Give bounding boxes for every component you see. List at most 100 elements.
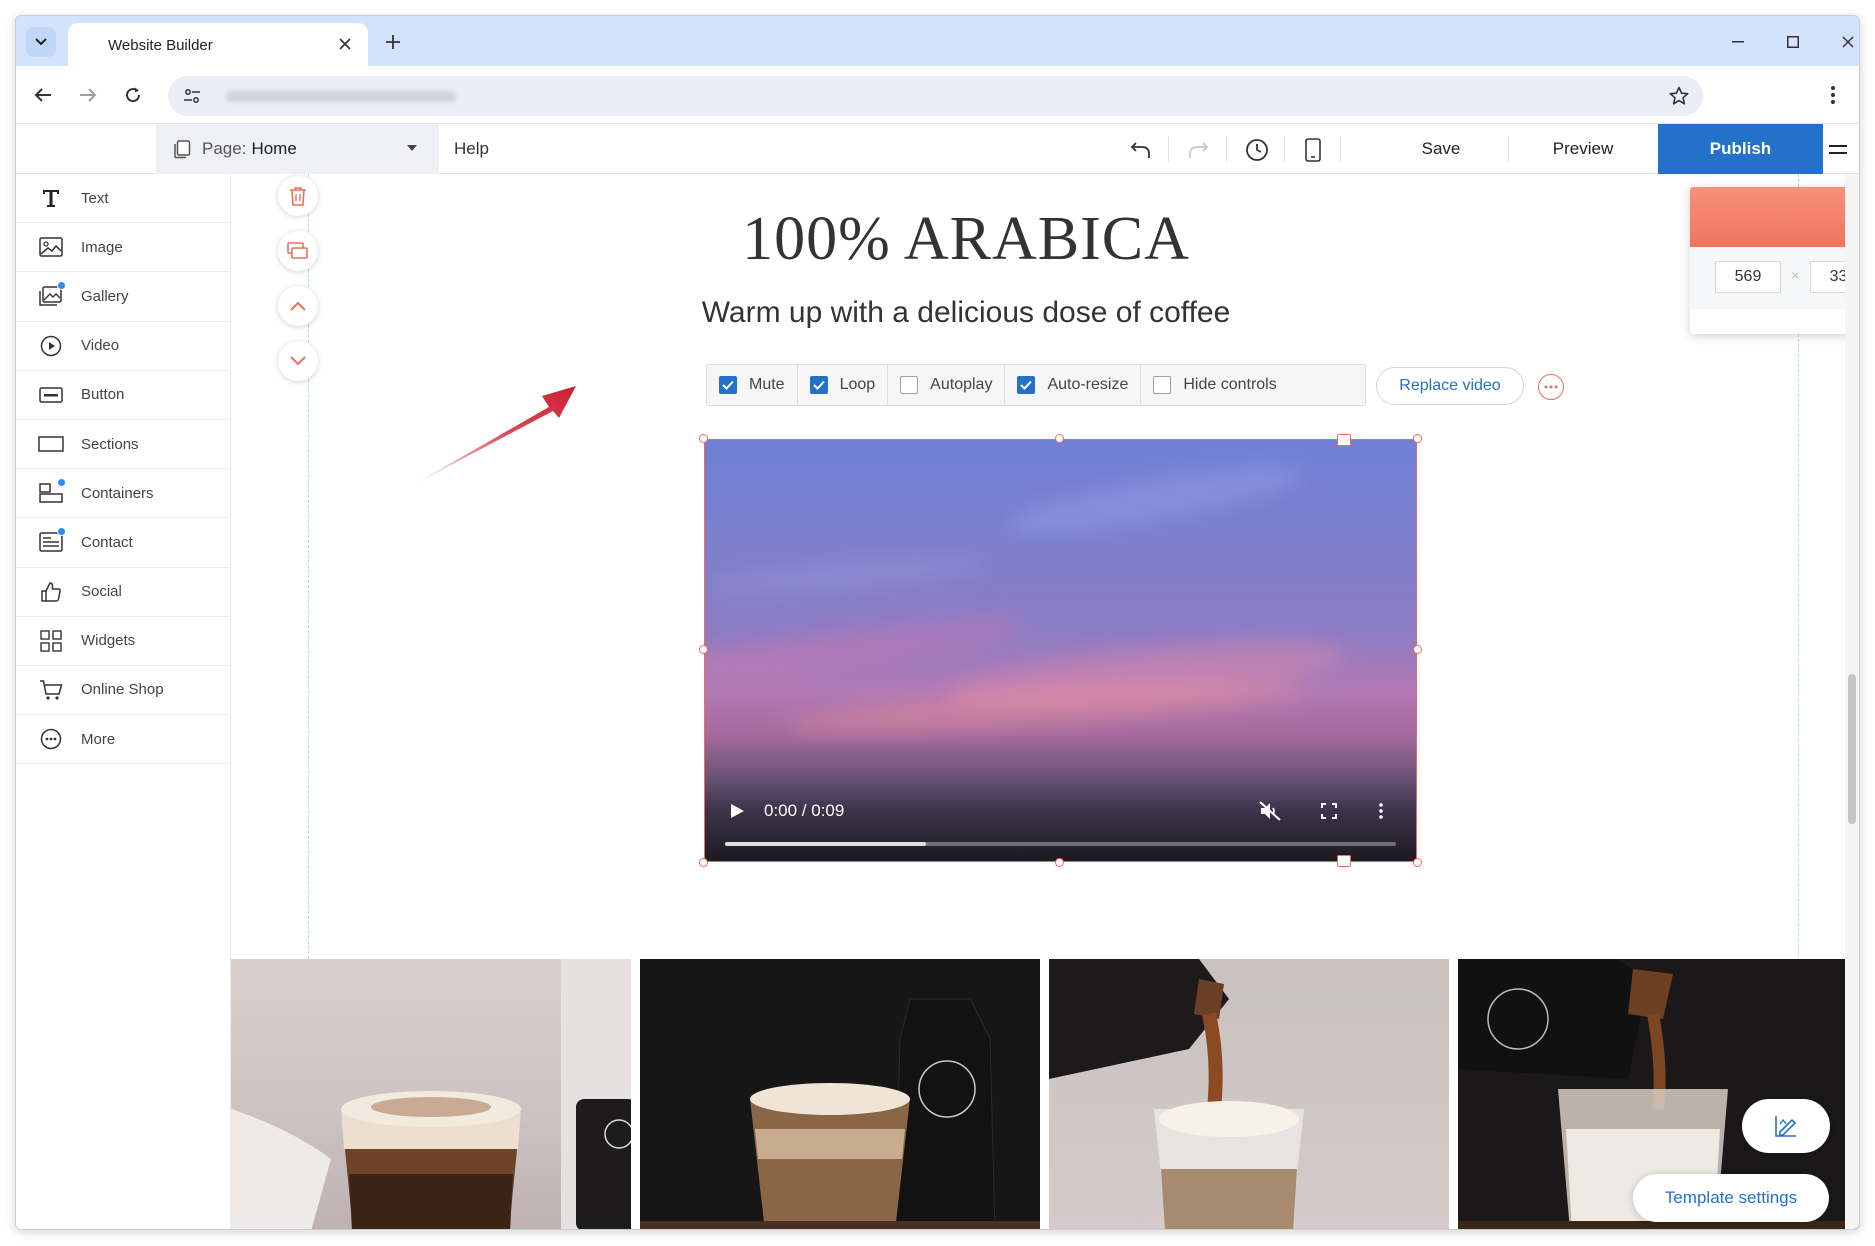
minimize-button[interactable] [1718,28,1758,56]
sidebar-item-gallery[interactable]: Gallery [16,272,230,322]
scrollbar-thumb[interactable] [1848,674,1856,824]
save-button[interactable]: Save [1381,124,1501,174]
sidebar-item-label: Online Shop [81,681,164,699]
sidebar-item-label: Video [81,337,120,355]
play-icon[interactable] [727,801,747,821]
toolbar-divider [1340,136,1341,162]
sidebar-item-label: Image [81,238,123,256]
move-down-button[interactable] [278,341,318,381]
browser-tab[interactable]: Website Builder [68,23,368,66]
auto-resize-option[interactable]: Auto-resize [1005,365,1142,405]
resize-handle[interactable] [699,434,708,443]
text-icon [38,185,64,211]
video-more-options-icon[interactable] [1538,374,1564,400]
preview-button[interactable]: Preview [1513,124,1653,174]
sidebar-item-online-shop[interactable]: Online Shop [16,666,230,716]
resize-handle[interactable] [699,645,708,654]
sidebar-item-sections[interactable]: Sections [16,420,230,470]
hamburger-menu-icon[interactable] [1825,137,1851,161]
page-subheading[interactable]: Warm up with a delicious dose of coffee [611,296,1321,330]
sidebar-item-widgets[interactable]: Widgets [16,617,230,666]
duplicate-button[interactable] [278,231,318,271]
close-tab-icon[interactable] [334,33,356,55]
resize-handle[interactable] [1413,434,1422,443]
video-progress-bar[interactable] [725,842,1396,846]
sidebar-item-label: Gallery [81,287,129,305]
resize-handle[interactable] [1413,645,1422,654]
sidebar-item-label: Social [81,583,122,601]
tab-search-button[interactable] [26,27,56,57]
resize-handle[interactable] [1055,858,1064,867]
page-scrollbar[interactable] [1845,174,1859,1229]
help-link[interactable]: Help [454,139,489,159]
mute-checkbox[interactable] [719,376,737,394]
template-settings-button[interactable]: Template settings [1633,1174,1829,1222]
pages-icon [174,140,191,159]
hide-controls-checkbox[interactable] [1153,376,1172,394]
forward-button[interactable] [73,80,103,110]
sidebar-item-label: Widgets [81,632,136,650]
new-tab-button[interactable] [381,30,405,54]
sidebar-item-label: Contact [81,533,133,551]
sidebar-item-containers[interactable]: Containers [16,469,230,519]
gallery-image[interactable] [231,959,631,1229]
address-bar[interactable] [168,76,1703,116]
video-menu-icon[interactable] [1369,799,1393,823]
cart-icon [38,677,64,703]
fullscreen-icon[interactable] [1317,799,1341,823]
sidebar-item-text[interactable]: Text [16,174,230,224]
muted-volume-icon[interactable] [1258,799,1282,823]
widgets-icon [38,628,64,654]
toolbar-divider [1284,136,1285,162]
auto-resize-checkbox[interactable] [1017,376,1036,394]
design-edit-button[interactable] [1742,1099,1830,1153]
gallery-image[interactable] [640,959,1040,1229]
replace-video-button[interactable]: Replace video [1376,367,1524,405]
browser-menu-icon[interactable] [1819,80,1847,110]
autoplay-label: Autoplay [930,376,993,393]
redo-button[interactable] [1183,135,1213,165]
new-badge-dot [57,478,66,488]
anchor-icon[interactable] [1337,855,1351,867]
hide-controls-option[interactable]: Hide controls [1141,365,1288,405]
sidebar-item-more[interactable]: More [16,715,230,765]
delete-button[interactable] [278,176,318,216]
times-separator: × [1791,267,1800,283]
coffee-photo-gallery [231,959,1859,1229]
anchor-icon[interactable] [1337,434,1351,446]
redo-icon [1189,142,1209,158]
mute-option[interactable]: Mute [707,365,798,405]
resize-handle[interactable] [699,858,708,867]
resize-handle[interactable] [1413,858,1422,867]
move-up-button[interactable] [278,286,318,326]
reload-button[interactable] [118,80,148,110]
sidebar-item-social[interactable]: Social [16,568,230,617]
sidebar-item-image[interactable]: Image [16,223,230,273]
loop-checkbox[interactable] [809,376,828,394]
autoplay-option[interactable]: Autoplay [888,365,1006,405]
site-settings-icon[interactable] [178,82,206,110]
width-input[interactable]: 569 [1715,261,1781,293]
maximize-button[interactable] [1773,28,1813,56]
sidebar-item-button[interactable]: Button [16,371,230,420]
publish-button[interactable]: Publish [1658,124,1823,174]
video-element[interactable]: 0:00 / 0:09 [699,434,1422,867]
mobile-view-button[interactable] [1298,135,1328,165]
sidebar-item-contact[interactable]: Contact [16,518,230,568]
page-heading[interactable]: 100% ARABICA [611,204,1321,275]
sidebar-item-video[interactable]: Video [16,322,230,371]
back-button[interactable] [28,80,58,110]
auto-resize-label: Auto-resize [1047,376,1129,393]
video-player[interactable]: 0:00 / 0:09 [705,440,1416,861]
page-selector[interactable]: Page: Home [156,124,439,174]
undo-button[interactable] [1126,135,1156,165]
resize-handle[interactable] [1055,434,1064,443]
thumbs-up-icon [38,579,64,605]
bookmark-star-icon[interactable] [1665,82,1693,110]
gallery-image[interactable] [1049,959,1449,1229]
history-button[interactable] [1242,135,1272,165]
plus-icon [386,35,400,49]
autoplay-checkbox[interactable] [900,376,919,394]
close-window-button[interactable] [1828,28,1859,56]
loop-option[interactable]: Loop [798,365,889,405]
